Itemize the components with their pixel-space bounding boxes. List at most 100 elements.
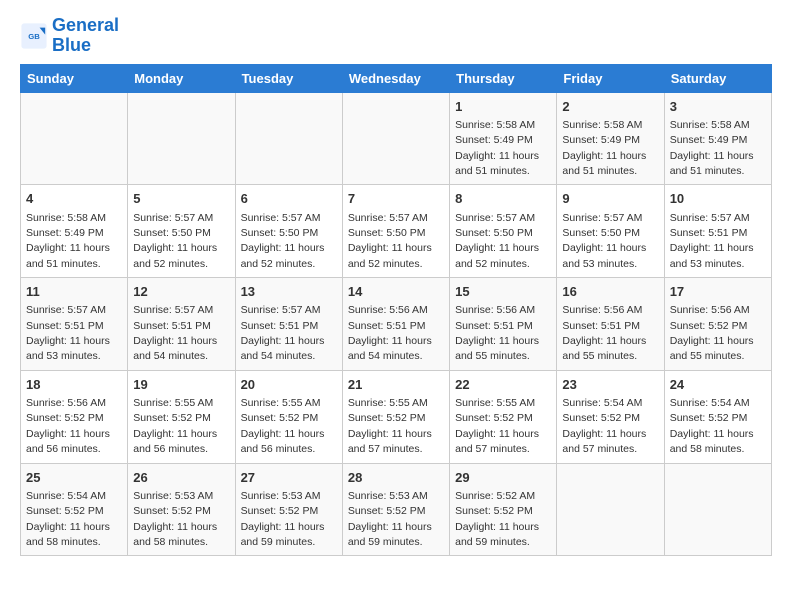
day-number: 23 bbox=[562, 376, 658, 394]
day-number: 5 bbox=[133, 190, 229, 208]
day-number: 22 bbox=[455, 376, 551, 394]
day-info: Sunrise: 5:56 AM Sunset: 5:52 PM Dayligh… bbox=[670, 304, 754, 362]
day-number: 14 bbox=[348, 283, 444, 301]
logo-icon: GB bbox=[20, 22, 48, 50]
col-header-friday: Friday bbox=[557, 64, 664, 92]
calendar-week-row: 4 Sunrise: 5:58 AM Sunset: 5:49 PM Daylig… bbox=[21, 185, 772, 278]
day-info: Sunrise: 5:56 AM Sunset: 5:52 PM Dayligh… bbox=[26, 397, 110, 455]
day-info: Sunrise: 5:57 AM Sunset: 5:50 PM Dayligh… bbox=[348, 212, 432, 270]
col-header-thursday: Thursday bbox=[450, 64, 557, 92]
calendar-week-row: 18 Sunrise: 5:56 AM Sunset: 5:52 PM Dayli… bbox=[21, 370, 772, 463]
day-info: Sunrise: 5:55 AM Sunset: 5:52 PM Dayligh… bbox=[455, 397, 539, 455]
calendar-cell: 11 Sunrise: 5:57 AM Sunset: 5:51 PM Dayli… bbox=[21, 278, 128, 371]
day-info: Sunrise: 5:53 AM Sunset: 5:52 PM Dayligh… bbox=[133, 490, 217, 548]
col-header-wednesday: Wednesday bbox=[342, 64, 449, 92]
calendar-table: SundayMondayTuesdayWednesdayThursdayFrid… bbox=[20, 64, 772, 557]
calendar-cell: 19 Sunrise: 5:55 AM Sunset: 5:52 PM Dayli… bbox=[128, 370, 235, 463]
day-info: Sunrise: 5:55 AM Sunset: 5:52 PM Dayligh… bbox=[133, 397, 217, 455]
day-info: Sunrise: 5:56 AM Sunset: 5:51 PM Dayligh… bbox=[562, 304, 646, 362]
day-info: Sunrise: 5:57 AM Sunset: 5:50 PM Dayligh… bbox=[133, 212, 217, 270]
calendar-cell: 14 Sunrise: 5:56 AM Sunset: 5:51 PM Dayli… bbox=[342, 278, 449, 371]
calendar-cell bbox=[342, 92, 449, 185]
day-number: 10 bbox=[670, 190, 766, 208]
day-info: Sunrise: 5:58 AM Sunset: 5:49 PM Dayligh… bbox=[670, 119, 754, 177]
calendar-week-row: 1 Sunrise: 5:58 AM Sunset: 5:49 PM Daylig… bbox=[21, 92, 772, 185]
calendar-cell: 27Sunrise: 5:53 AM Sunset: 5:52 PM Dayli… bbox=[235, 463, 342, 556]
calendar-week-row: 25Sunrise: 5:54 AM Sunset: 5:52 PM Dayli… bbox=[21, 463, 772, 556]
day-number: 3 bbox=[670, 98, 766, 116]
day-number: 4 bbox=[26, 190, 122, 208]
day-number: 26 bbox=[133, 469, 229, 487]
day-number: 7 bbox=[348, 190, 444, 208]
day-number: 24 bbox=[670, 376, 766, 394]
calendar-cell: 13 Sunrise: 5:57 AM Sunset: 5:51 PM Dayli… bbox=[235, 278, 342, 371]
calendar-cell: 16Sunrise: 5:56 AM Sunset: 5:51 PM Dayli… bbox=[557, 278, 664, 371]
day-number: 1 bbox=[455, 98, 551, 116]
day-info: Sunrise: 5:54 AM Sunset: 5:52 PM Dayligh… bbox=[670, 397, 754, 455]
calendar-cell: 7 Sunrise: 5:57 AM Sunset: 5:50 PM Daylig… bbox=[342, 185, 449, 278]
calendar-cell: 6Sunrise: 5:57 AM Sunset: 5:50 PM Daylig… bbox=[235, 185, 342, 278]
calendar-cell: 18 Sunrise: 5:56 AM Sunset: 5:52 PM Dayli… bbox=[21, 370, 128, 463]
day-info: Sunrise: 5:57 AM Sunset: 5:50 PM Dayligh… bbox=[455, 212, 539, 270]
logo: GB General Blue bbox=[20, 16, 119, 56]
day-info: Sunrise: 5:54 AM Sunset: 5:52 PM Dayligh… bbox=[562, 397, 646, 455]
day-info: Sunrise: 5:57 AM Sunset: 5:50 PM Dayligh… bbox=[241, 212, 325, 270]
day-number: 8 bbox=[455, 190, 551, 208]
day-info: Sunrise: 5:53 AM Sunset: 5:52 PM Dayligh… bbox=[241, 490, 325, 548]
day-info: Sunrise: 5:56 AM Sunset: 5:51 PM Dayligh… bbox=[348, 304, 432, 362]
calendar-cell: 24 Sunrise: 5:54 AM Sunset: 5:52 PM Dayli… bbox=[664, 370, 771, 463]
day-info: Sunrise: 5:57 AM Sunset: 5:51 PM Dayligh… bbox=[26, 304, 110, 362]
day-info: Sunrise: 5:55 AM Sunset: 5:52 PM Dayligh… bbox=[241, 397, 325, 455]
page-header: GB General Blue bbox=[20, 16, 772, 56]
day-number: 29 bbox=[455, 469, 551, 487]
calendar-cell: 12 Sunrise: 5:57 AM Sunset: 5:51 PM Dayli… bbox=[128, 278, 235, 371]
calendar-cell: 15 Sunrise: 5:56 AM Sunset: 5:51 PM Dayli… bbox=[450, 278, 557, 371]
day-number: 2 bbox=[562, 98, 658, 116]
calendar-cell bbox=[21, 92, 128, 185]
calendar-cell: 26 Sunrise: 5:53 AM Sunset: 5:52 PM Dayli… bbox=[128, 463, 235, 556]
calendar-cell: 2 Sunrise: 5:58 AM Sunset: 5:49 PM Daylig… bbox=[557, 92, 664, 185]
logo-text: General Blue bbox=[52, 16, 119, 56]
day-info: Sunrise: 5:58 AM Sunset: 5:49 PM Dayligh… bbox=[26, 212, 110, 270]
calendar-cell: 17Sunrise: 5:56 AM Sunset: 5:52 PM Dayli… bbox=[664, 278, 771, 371]
day-info: Sunrise: 5:52 AM Sunset: 5:52 PM Dayligh… bbox=[455, 490, 539, 548]
day-info: Sunrise: 5:53 AM Sunset: 5:52 PM Dayligh… bbox=[348, 490, 432, 548]
day-info: Sunrise: 5:57 AM Sunset: 5:51 PM Dayligh… bbox=[670, 212, 754, 270]
svg-text:GB: GB bbox=[28, 32, 40, 41]
calendar-cell bbox=[557, 463, 664, 556]
calendar-week-row: 11 Sunrise: 5:57 AM Sunset: 5:51 PM Dayli… bbox=[21, 278, 772, 371]
calendar-cell: 23 Sunrise: 5:54 AM Sunset: 5:52 PM Dayli… bbox=[557, 370, 664, 463]
day-info: Sunrise: 5:56 AM Sunset: 5:51 PM Dayligh… bbox=[455, 304, 539, 362]
day-info: Sunrise: 5:58 AM Sunset: 5:49 PM Dayligh… bbox=[562, 119, 646, 177]
day-info: Sunrise: 5:55 AM Sunset: 5:52 PM Dayligh… bbox=[348, 397, 432, 455]
day-number: 9 bbox=[562, 190, 658, 208]
day-info: Sunrise: 5:57 AM Sunset: 5:50 PM Dayligh… bbox=[562, 212, 646, 270]
day-info: Sunrise: 5:57 AM Sunset: 5:51 PM Dayligh… bbox=[241, 304, 325, 362]
calendar-cell: 3 Sunrise: 5:58 AM Sunset: 5:49 PM Daylig… bbox=[664, 92, 771, 185]
calendar-cell: 9 Sunrise: 5:57 AM Sunset: 5:50 PM Daylig… bbox=[557, 185, 664, 278]
day-number: 18 bbox=[26, 376, 122, 394]
day-info: Sunrise: 5:57 AM Sunset: 5:51 PM Dayligh… bbox=[133, 304, 217, 362]
day-number: 11 bbox=[26, 283, 122, 301]
calendar-cell: 5 Sunrise: 5:57 AM Sunset: 5:50 PM Daylig… bbox=[128, 185, 235, 278]
col-header-sunday: Sunday bbox=[21, 64, 128, 92]
day-number: 15 bbox=[455, 283, 551, 301]
calendar-cell bbox=[235, 92, 342, 185]
calendar-cell: 25Sunrise: 5:54 AM Sunset: 5:52 PM Dayli… bbox=[21, 463, 128, 556]
calendar-cell: 10 Sunrise: 5:57 AM Sunset: 5:51 PM Dayli… bbox=[664, 185, 771, 278]
calendar-cell: 8 Sunrise: 5:57 AM Sunset: 5:50 PM Daylig… bbox=[450, 185, 557, 278]
day-number: 12 bbox=[133, 283, 229, 301]
calendar-cell: 29 Sunrise: 5:52 AM Sunset: 5:52 PM Dayli… bbox=[450, 463, 557, 556]
col-header-tuesday: Tuesday bbox=[235, 64, 342, 92]
day-number: 19 bbox=[133, 376, 229, 394]
col-header-saturday: Saturday bbox=[664, 64, 771, 92]
calendar-cell: 20Sunrise: 5:55 AM Sunset: 5:52 PM Dayli… bbox=[235, 370, 342, 463]
day-number: 21 bbox=[348, 376, 444, 394]
day-info: Sunrise: 5:58 AM Sunset: 5:49 PM Dayligh… bbox=[455, 119, 539, 177]
calendar-cell: 1 Sunrise: 5:58 AM Sunset: 5:49 PM Daylig… bbox=[450, 92, 557, 185]
calendar-cell: 4 Sunrise: 5:58 AM Sunset: 5:49 PM Daylig… bbox=[21, 185, 128, 278]
day-number: 13 bbox=[241, 283, 337, 301]
calendar-cell bbox=[128, 92, 235, 185]
calendar-cell: 22 Sunrise: 5:55 AM Sunset: 5:52 PM Dayli… bbox=[450, 370, 557, 463]
day-number: 25 bbox=[26, 469, 122, 487]
